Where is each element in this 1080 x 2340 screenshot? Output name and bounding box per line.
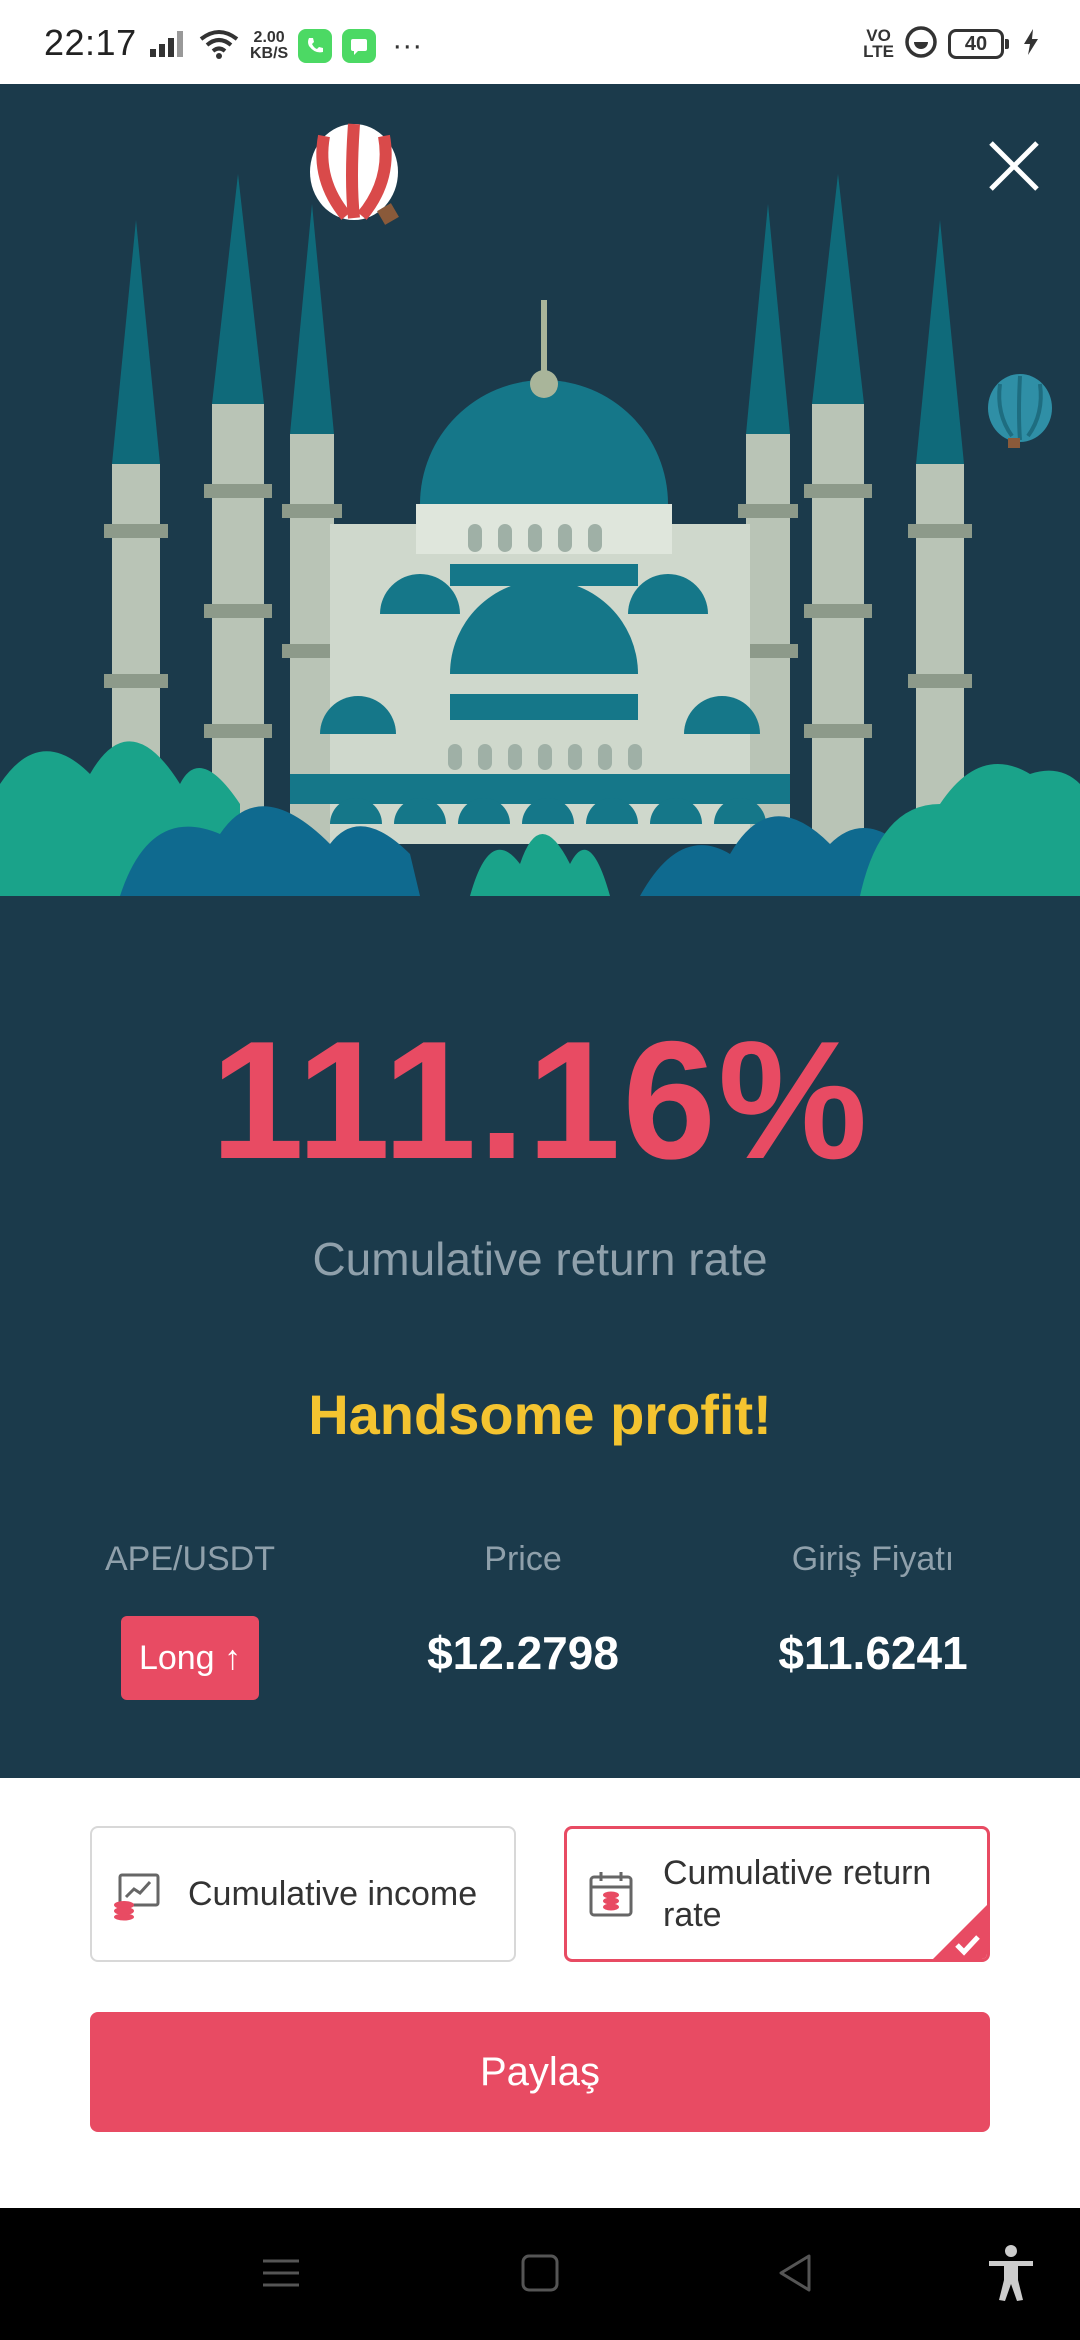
direction-badge: Long ↑ <box>120 1616 260 1700</box>
home-button[interactable] <box>505 2238 575 2308</box>
profit-message: Handsome profit! <box>308 1383 772 1446</box>
entry-price-column: Giriş Fiyatı $11.6241 <box>693 1540 1053 1680</box>
battery-indicator: 40 <box>948 29 1009 59</box>
status-left-icons: 2.00 KB/S ··· <box>148 26 422 66</box>
menu-icon <box>263 2259 299 2287</box>
network-speed-value: 2.00 <box>253 29 285 46</box>
accessibility-button[interactable] <box>976 2238 1046 2308</box>
back-button[interactable] <box>760 2238 830 2308</box>
price-value: $12.2798 <box>427 1627 619 1679</box>
volte-indicator: VO LTE <box>863 27 894 61</box>
wifi-icon <box>198 28 240 65</box>
home-icon <box>521 2254 559 2292</box>
pair-column: APE/USDT Long ↑ <box>10 1540 370 1700</box>
share-button[interactable]: Paylaş <box>90 2012 990 2132</box>
menu-button[interactable] <box>246 2238 316 2308</box>
pair-label: APE/USDT <box>104 1540 276 1578</box>
return-rate-value: 111.16% <box>210 1006 870 1194</box>
network-speed: 2.00 KB/S <box>250 30 288 62</box>
teal-balloon-icon <box>988 374 1052 448</box>
navigation-bar <box>0 2208 1080 2340</box>
share-card: 111.16% Cumulative return rate Handsome … <box>0 84 1080 1778</box>
red-balloon-icon <box>310 123 399 225</box>
entry-price-value: $11.6241 <box>778 1627 968 1679</box>
signal-icon <box>148 29 188 64</box>
volte-bottom: LTE <box>863 42 894 61</box>
message-app-icon <box>342 29 377 63</box>
close-button[interactable] <box>982 134 1046 198</box>
network-speed-unit: KB/S <box>250 45 289 62</box>
close-icon <box>989 141 1039 191</box>
mosque-illustration <box>0 123 1080 896</box>
entry-price-label: Giriş Fiyatı <box>791 1540 955 1578</box>
more-notifications-icon: ··· <box>392 29 423 62</box>
status-time: 22:17 <box>44 22 137 63</box>
option-label: Cumulative income <box>188 1875 478 1913</box>
option-cumulative-income[interactable]: Cumulative income <box>90 1826 516 1962</box>
accessibility-icon <box>989 2245 1033 2301</box>
return-rate-caption: Cumulative return rate <box>312 1233 768 1285</box>
price-label: Price <box>484 1540 562 1578</box>
option-cumulative-return-rate[interactable]: Cumulative return rate <box>564 1826 990 1962</box>
status-right-icons: VO LTE 40 <box>863 24 1040 64</box>
dnd-icon <box>904 25 938 64</box>
price-column: Price $12.2798 <box>343 1540 703 1680</box>
income-chart-icon <box>114 1873 160 1921</box>
status-bar: 22:17 2.00 KB/S ··· VO LTE 40 <box>0 0 1080 84</box>
phone-app-icon <box>298 29 333 63</box>
calendar-coins-icon <box>589 1872 633 1917</box>
charging-icon <box>1022 28 1040 61</box>
selected-check-icon <box>933 1905 987 1959</box>
back-icon <box>779 2254 811 2292</box>
